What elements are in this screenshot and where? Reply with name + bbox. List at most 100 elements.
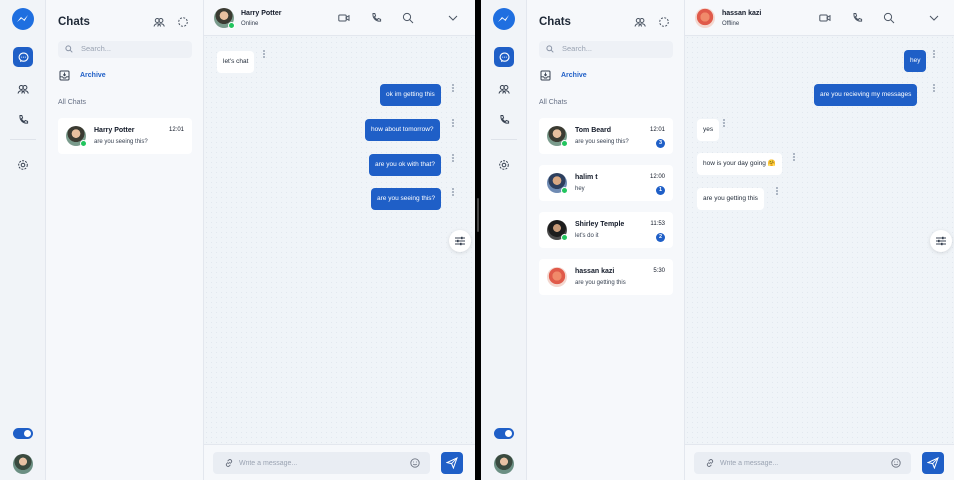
contact-avatar[interactable] — [695, 8, 715, 28]
messenger-window-hassan: Chats Search... Archive All Chats Tom Be… — [481, 0, 954, 480]
message-options-icon[interactable] — [932, 84, 936, 94]
profile-avatar[interactable] — [13, 454, 33, 474]
send-icon — [927, 457, 939, 469]
video-call-icon[interactable] — [819, 12, 831, 24]
chat-list-panel: Chats Search... Archive All Chats Harry … — [46, 0, 204, 480]
message-options-icon[interactable] — [451, 84, 455, 94]
chat-time: 12:01 — [168, 127, 184, 133]
online-indicator — [561, 187, 568, 194]
send-button[interactable] — [922, 452, 944, 474]
settings-gear-icon[interactable] — [494, 155, 514, 175]
contact-name: Harry Potter — [241, 10, 282, 17]
status-circle-icon[interactable] — [658, 16, 670, 28]
chats-nav-icon[interactable] — [13, 47, 33, 67]
chat-preview: are you getting this — [575, 280, 626, 286]
messenger-logo-icon[interactable] — [493, 8, 515, 30]
chevron-down-icon[interactable] — [447, 12, 459, 24]
contacts-icon[interactable] — [153, 16, 165, 28]
online-indicator — [561, 234, 568, 241]
chat-name: Shirley Temple — [575, 221, 625, 228]
chat-preview: are you seeing this? — [575, 139, 629, 145]
search-icon[interactable] — [883, 12, 895, 24]
chat-list-item[interactable]: Tom Beard are you seeing this? 12:01 3 — [539, 118, 673, 154]
message-input-field[interactable] — [213, 452, 430, 474]
attach-link-icon[interactable] — [224, 458, 234, 468]
chats-nav-icon[interactable] — [494, 47, 514, 67]
search-placeholder: Search... — [81, 44, 112, 53]
message-options-icon[interactable] — [262, 50, 266, 60]
chat-time: 12:01 — [649, 127, 665, 133]
message-options-icon[interactable] — [722, 119, 726, 129]
message-options-icon[interactable] — [451, 154, 455, 164]
chat-list-item[interactable]: halim t hey 12:00 1 — [539, 165, 673, 201]
archive-icon[interactable] — [540, 70, 551, 81]
outgoing-message: are you seeing this? — [371, 188, 442, 210]
outgoing-message: hey — [904, 50, 927, 72]
settings-gear-icon[interactable] — [13, 155, 33, 175]
phone-nav-icon[interactable] — [13, 110, 33, 130]
message-input[interactable] — [720, 455, 880, 471]
online-indicator — [228, 22, 235, 29]
outgoing-message: ok im getting this — [380, 84, 441, 106]
message-input-field[interactable] — [694, 452, 911, 474]
archive-link[interactable]: Archive — [80, 72, 106, 79]
message-options-icon[interactable] — [775, 187, 779, 197]
filter-sliders-button[interactable] — [930, 230, 952, 252]
avatar — [547, 267, 567, 287]
splitter-handle[interactable] — [477, 198, 479, 232]
attach-link-icon[interactable] — [705, 458, 715, 468]
sliders-icon — [455, 236, 465, 246]
message-composer — [685, 444, 954, 480]
send-button[interactable] — [441, 452, 463, 474]
chat-list-item[interactable]: Harry Potter are you seeing this? 12:01 — [58, 118, 192, 154]
chat-name: Tom Beard — [575, 127, 612, 134]
contacts-icon[interactable] — [634, 16, 646, 28]
contacts-nav-icon[interactable] — [13, 79, 33, 99]
chat-preview: are you seeing this? — [94, 139, 148, 145]
profile-avatar[interactable] — [494, 454, 514, 474]
all-chats-label: All Chats — [539, 99, 568, 106]
search-box[interactable]: Search... — [58, 41, 192, 58]
chevron-down-icon[interactable] — [928, 12, 940, 24]
conversation-panel: Harry Potter Online let's chat ok im get… — [204, 0, 475, 480]
contacts-nav-icon[interactable] — [494, 79, 514, 99]
incoming-message: how is your day going 🤗 — [697, 153, 782, 175]
phone-call-icon[interactable] — [370, 12, 382, 24]
conversation-panel: hassan kazi Offline hey are you recievin… — [685, 0, 954, 480]
unread-badge: 1 — [656, 186, 665, 195]
outgoing-message: are you ok with that? — [369, 154, 441, 176]
search-icon[interactable] — [402, 12, 414, 24]
chat-list-item[interactable]: hassan kazi are you getting this 5:30 — [539, 259, 673, 295]
unread-badge: 3 — [656, 139, 665, 148]
search-icon — [65, 45, 73, 53]
send-icon — [446, 457, 458, 469]
message-options-icon[interactable] — [932, 50, 936, 60]
contact-name: hassan kazi — [722, 10, 762, 17]
search-box[interactable]: Search... — [539, 41, 673, 58]
status-circle-icon[interactable] — [177, 16, 189, 28]
archive-icon[interactable] — [59, 70, 70, 81]
message-input[interactable] — [239, 455, 399, 471]
emoji-icon[interactable] — [891, 458, 901, 468]
message-options-icon[interactable] — [451, 188, 455, 198]
unread-badge: 2 — [656, 233, 665, 242]
messenger-logo-icon[interactable] — [12, 8, 34, 30]
chat-preview: hey — [575, 186, 585, 192]
icon-rail — [0, 0, 46, 480]
chat-list-item[interactable]: Shirley Temple let's do it 11:53 2 — [539, 212, 673, 248]
outgoing-message: are you recieving my messages — [814, 84, 918, 106]
archive-link[interactable]: Archive — [561, 72, 587, 79]
incoming-message: yes — [697, 119, 720, 141]
incoming-message: let's chat — [217, 51, 255, 73]
message-options-icon[interactable] — [451, 119, 455, 129]
outgoing-message: how about tomorrow? — [365, 119, 440, 141]
filter-sliders-button[interactable] — [449, 230, 471, 252]
theme-toggle[interactable] — [494, 428, 514, 439]
phone-call-icon[interactable] — [851, 12, 863, 24]
phone-nav-icon[interactable] — [494, 110, 514, 130]
theme-toggle[interactable] — [13, 428, 33, 439]
message-options-icon[interactable] — [792, 153, 796, 163]
video-call-icon[interactable] — [338, 12, 350, 24]
emoji-icon[interactable] — [410, 458, 420, 468]
chat-time: 5:30 — [653, 268, 665, 274]
